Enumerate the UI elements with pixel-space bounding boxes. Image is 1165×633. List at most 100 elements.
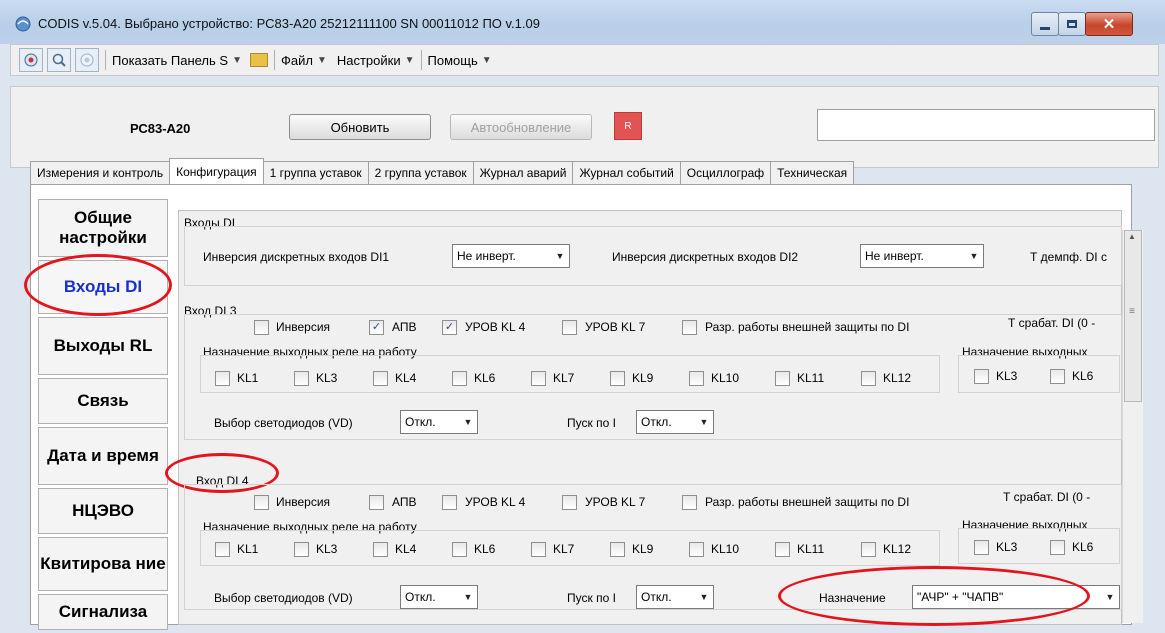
- di4-kl9-checkbox[interactable]: [610, 542, 625, 557]
- file-label: Файл: [280, 52, 313, 68]
- di3-vd-value: Откл.: [405, 415, 436, 429]
- chevron-down-icon: ▼: [481, 54, 492, 66]
- di4-start-label: Пуск по I: [567, 591, 616, 605]
- di3-kl9-checkbox[interactable]: [610, 371, 625, 386]
- di4-t-trip-label: Т срабат. DI (0 -: [1003, 490, 1091, 504]
- di3-kl10-checkbox[interactable]: [689, 371, 704, 386]
- show-panel-label: Показать Панель S: [112, 52, 229, 68]
- di3-kl3-checkbox[interactable]: [294, 371, 309, 386]
- tab-fault-log[interactable]: Журнал аварий: [472, 161, 574, 184]
- di3-kl1-label: KL1: [237, 371, 259, 385]
- toolbar-separator: [273, 50, 275, 70]
- di4-vd-label: Выбор светодиодов (VD): [214, 591, 353, 605]
- di4-kl3b-checkbox[interactable]: [974, 540, 989, 555]
- di4-inversion-label: Инверсия: [276, 495, 331, 509]
- di3-start-select[interactable]: Откл. ▼: [636, 410, 714, 434]
- di4-ext-protection-checkbox[interactable]: [682, 495, 697, 510]
- di4-kl6b-checkbox[interactable]: [1050, 540, 1065, 555]
- di3-apv-checkbox[interactable]: ✓: [369, 320, 384, 335]
- di4-kl3b-label: KL3: [996, 540, 1018, 554]
- di3-urov7-checkbox[interactable]: [562, 320, 577, 335]
- di4-kl11-checkbox[interactable]: [775, 542, 790, 557]
- minimize-button[interactable]: [1031, 12, 1059, 36]
- di4-kl7-checkbox[interactable]: [531, 542, 546, 557]
- toolbar: Показать Панель S ▼ Файл ▼ Настройки ▼ П…: [10, 44, 1159, 76]
- di4-kl12-checkbox[interactable]: [861, 542, 876, 557]
- di3-ext-protection-checkbox[interactable]: [682, 320, 697, 335]
- di4-start-select[interactable]: Откл. ▼: [636, 585, 714, 609]
- tab-settings-group-1[interactable]: 1 группа уставок: [262, 161, 369, 184]
- tab-event-log[interactable]: Журнал событий: [572, 161, 681, 184]
- di3-kl7-checkbox[interactable]: [531, 371, 546, 386]
- di3-kl6-checkbox[interactable]: [452, 371, 467, 386]
- autorefresh-button[interactable]: Автообновление: [450, 114, 592, 140]
- di3-kl6b-checkbox[interactable]: [1050, 369, 1065, 384]
- nav-acknowledgement[interactable]: Квитирова ние: [38, 537, 168, 591]
- di4-vd-select[interactable]: Откл. ▼: [400, 585, 478, 609]
- di4-kl1-checkbox[interactable]: [215, 542, 230, 557]
- tab-technical[interactable]: Техническая: [770, 161, 855, 184]
- di3-kl12-checkbox[interactable]: [861, 371, 876, 386]
- toolbar-separator: [420, 50, 422, 70]
- status-field: [817, 109, 1155, 141]
- di3-kl3b-checkbox[interactable]: [974, 369, 989, 384]
- di4-inversion-checkbox[interactable]: [254, 495, 269, 510]
- folder-icon[interactable]: [249, 53, 268, 67]
- show-panel-menu[interactable]: Показать Панель S ▼: [112, 53, 242, 68]
- tab-measurements[interactable]: Измерения и контроль: [30, 161, 171, 184]
- nav-communication[interactable]: Связь: [38, 378, 168, 424]
- maximize-button[interactable]: [1058, 12, 1086, 36]
- t-damp-label: Т демпф. DI с: [1030, 250, 1107, 264]
- di3-inversion-checkbox[interactable]: [254, 320, 269, 335]
- inversion-di2-label: Инверсия дискретных входов DI2: [612, 250, 799, 264]
- di3-vd-select[interactable]: Откл. ▼: [400, 410, 478, 434]
- nav-outputs-rl[interactable]: Выходы RL: [38, 317, 168, 375]
- di3-kl4-checkbox[interactable]: [373, 371, 388, 386]
- scroll-up-icon[interactable]: ▲: [1124, 232, 1140, 246]
- di3-kl4-label: KL4: [395, 371, 417, 385]
- di4-kl6-checkbox[interactable]: [452, 542, 467, 557]
- di4-apv-checkbox[interactable]: [369, 495, 384, 510]
- disconnect-icon[interactable]: [75, 48, 99, 72]
- di4-kl10-label: KL10: [711, 542, 740, 556]
- di3-kl6-label: KL6: [474, 371, 496, 385]
- nav-ncevo[interactable]: НЦЭВО: [38, 488, 168, 534]
- inversion-di2-select[interactable]: Не инверт. ▼: [860, 244, 984, 268]
- toolbar-separator: [105, 50, 106, 70]
- di4-kl7-label: KL7: [553, 542, 575, 556]
- file-menu[interactable]: Файл ▼: [281, 53, 327, 68]
- chevron-down-icon: ▼: [463, 592, 473, 602]
- record-button[interactable]: R: [614, 112, 642, 140]
- grip-icon: ≡: [1129, 306, 1135, 317]
- settings-menu[interactable]: Настройки ▼: [337, 53, 415, 68]
- di4-urov7-checkbox[interactable]: [562, 495, 577, 510]
- di3-urov4-checkbox[interactable]: ✓: [442, 320, 457, 335]
- di4-urov4-label: УРОВ KL 4: [465, 495, 526, 509]
- connect-icon[interactable]: [19, 48, 43, 72]
- di4-kl3-checkbox[interactable]: [294, 542, 309, 557]
- chevron-down-icon: ▼: [969, 251, 979, 261]
- di3-kl6b-label: KL6: [1072, 369, 1094, 383]
- refresh-button[interactable]: Обновить: [289, 114, 431, 140]
- tab-configuration[interactable]: Конфигурация: [169, 158, 264, 184]
- di4-vd-value: Откл.: [405, 590, 436, 604]
- di4-kl4-checkbox[interactable]: [373, 542, 388, 557]
- nav-signalling[interactable]: Сигнализа: [38, 594, 168, 630]
- inversion-di1-select[interactable]: Не инверт. ▼: [452, 244, 570, 268]
- di3-kl11-checkbox[interactable]: [775, 371, 790, 386]
- search-device-icon[interactable]: [47, 48, 71, 72]
- di4-kl10-checkbox[interactable]: [689, 542, 704, 557]
- nav-date-time[interactable]: Дата и время: [38, 427, 168, 485]
- di4-urov4-checkbox[interactable]: [442, 495, 457, 510]
- help-menu[interactable]: Помощь ▼: [428, 53, 492, 68]
- nav-general-settings[interactable]: Общие настройки: [38, 199, 168, 257]
- di3-kl10-label: KL10: [711, 371, 740, 385]
- chevron-down-icon: ▼: [316, 54, 327, 66]
- close-button[interactable]: ✕: [1085, 12, 1133, 36]
- chevron-down-icon: ▼: [463, 417, 473, 427]
- app-icon: [15, 16, 31, 32]
- di3-kl1-checkbox[interactable]: [215, 371, 230, 386]
- di3-t-trip-label: Т срабат. DI (0 -: [1008, 316, 1096, 330]
- tab-oscilloscope[interactable]: Осциллограф: [679, 161, 772, 184]
- tab-settings-group-2[interactable]: 2 группа уставок: [367, 161, 474, 184]
